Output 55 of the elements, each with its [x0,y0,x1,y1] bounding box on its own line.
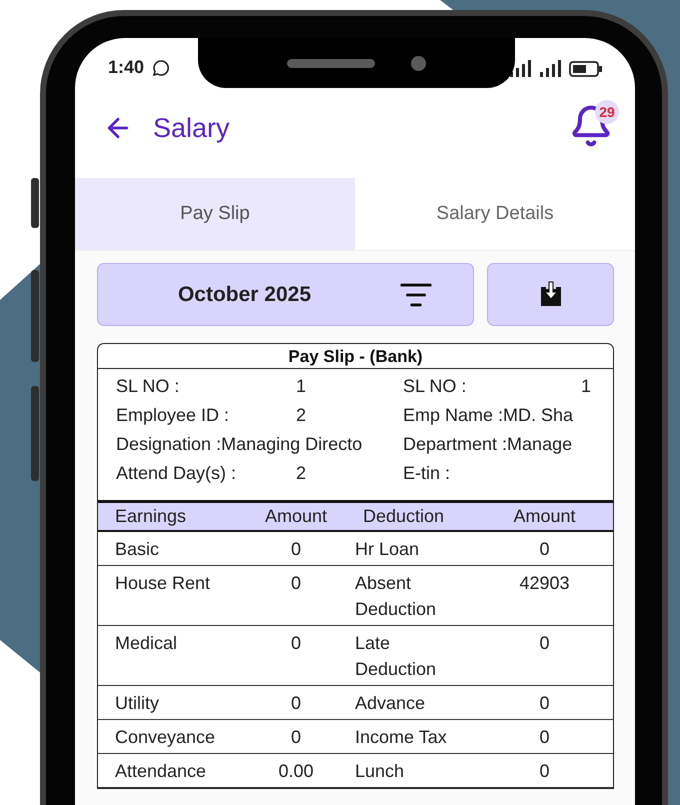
camera-dot [411,56,426,70]
table-cell: Utility [98,686,246,720]
tab[interactable]: Pay Slip [75,178,355,250]
field-label: Attend Day(s) : [116,463,238,484]
field-value: Managing Directo [221,434,362,455]
field-label: Emp Name : [403,405,504,426]
table-cell: Medical [98,626,246,686]
table-cell: Income Tax [346,720,476,754]
field-label: SL NO : [116,376,180,397]
field-value: MD. Sha [503,405,574,426]
notification-count: 29 [595,100,619,124]
table-cell: Late Deduction [346,626,476,686]
status-time: 1:40 [108,57,144,78]
table-cell: 0 [476,686,613,720]
field-label: SL NO : [403,376,468,397]
field-value: 2 [296,463,306,484]
table-cell: 0 [246,686,346,720]
table-cell: Hr Loan [346,532,476,566]
table-cell: 42903 [476,566,613,626]
table-cell: 0 [476,720,613,754]
table-cell: House Rent [98,566,246,626]
signal-icon [539,60,563,78]
table-cell: Basic [98,532,246,566]
table-cell: Advance [346,686,476,720]
field-label: E-tin : [403,463,450,484]
field-label: Department : [403,434,508,455]
signal-icon [509,60,533,78]
field-label: Designation : [116,434,222,455]
field-value: 1 [581,376,592,397]
table-cell: 0 [246,720,346,754]
table-cell: Lunch [346,754,476,788]
column-header: Deduction [346,503,476,532]
table-cell: 0 [246,566,346,626]
field-value: 2 [296,405,306,426]
month-filter-button[interactable]: October 2025 [97,263,474,326]
payslip-title: Pay Slip - (Bank) [98,344,613,369]
table-cell: Attendance [98,754,246,788]
table-cell: Absent Deduction [346,566,476,626]
table-cell: 0 [476,626,613,686]
download-button[interactable] [487,263,614,326]
column-header: Earnings [98,503,246,532]
table-cell: 0 [476,754,613,788]
table-cell: 0 [476,532,613,566]
column-header: Amount [476,503,613,532]
table-cell: 0 [246,532,346,566]
column-header: Amount [246,503,346,532]
chat-bubble-icon [152,58,170,76]
field-label: Employee ID : [116,405,230,426]
table-cell: Conveyance [98,720,246,754]
table-cell: 0 [246,626,346,686]
page-title: Salary [153,112,230,144]
field-value: 1 [296,376,306,397]
battery-icon [569,60,603,78]
table-cell: 0.00 [246,754,346,788]
field-value: Manage [507,434,572,455]
